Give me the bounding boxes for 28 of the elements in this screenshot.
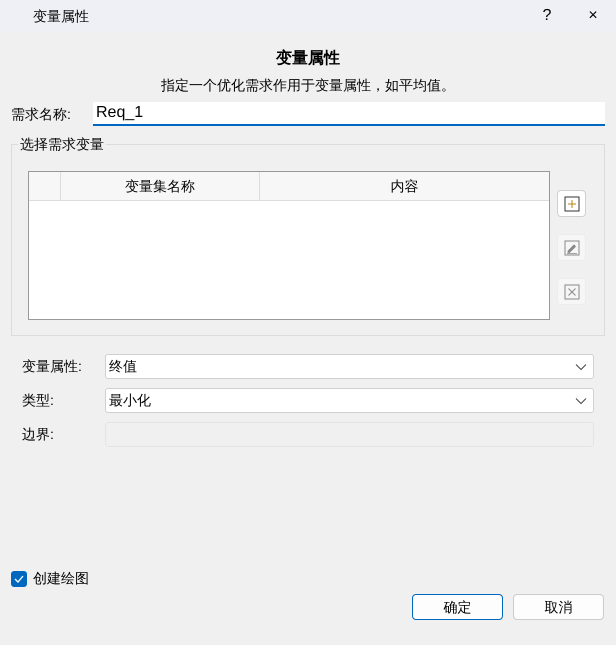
- plus-icon: [562, 194, 580, 212]
- chevron-icon: [575, 362, 587, 370]
- close-button[interactable]: ×: [570, 0, 616, 32]
- dropdown-value: 最小化: [109, 391, 151, 410]
- column-header: 内容: [390, 176, 420, 196]
- dialog-heading: 变量属性: [274, 48, 341, 69]
- window-title: 变量属性: [33, 6, 89, 26]
- name-field[interactable]: Req_1: [93, 102, 605, 126]
- checkbox[interactable]: [11, 570, 27, 586]
- check-icon: [14, 574, 24, 582]
- chevron-icon: [575, 396, 587, 404]
- dropdown[interactable]: 最小化: [105, 388, 594, 413]
- add-button[interactable]: [557, 190, 586, 217]
- field-label: 变量属性:: [22, 357, 83, 376]
- dropdown-value: 终值: [109, 357, 137, 376]
- dropdown[interactable]: 终值: [105, 354, 594, 379]
- description-text: 指定一个优化需求作用于变量属性，如平均值。: [160, 76, 456, 95]
- pencil-icon: [562, 238, 580, 256]
- checkbox-label: 创建绘图: [33, 569, 89, 588]
- help-button[interactable]: ?: [524, 0, 570, 32]
- dialog-button[interactable]: 确定: [412, 594, 503, 620]
- field-label: 需求名称:: [11, 104, 72, 124]
- field-label: 边界:: [22, 425, 55, 444]
- delete-icon: [562, 282, 580, 300]
- group-title: 选择需求变量: [18, 135, 106, 153]
- column-header: 变量集名称: [61, 172, 260, 200]
- dialog-button[interactable]: 取消: [513, 594, 604, 620]
- field-label: 类型:: [22, 391, 55, 410]
